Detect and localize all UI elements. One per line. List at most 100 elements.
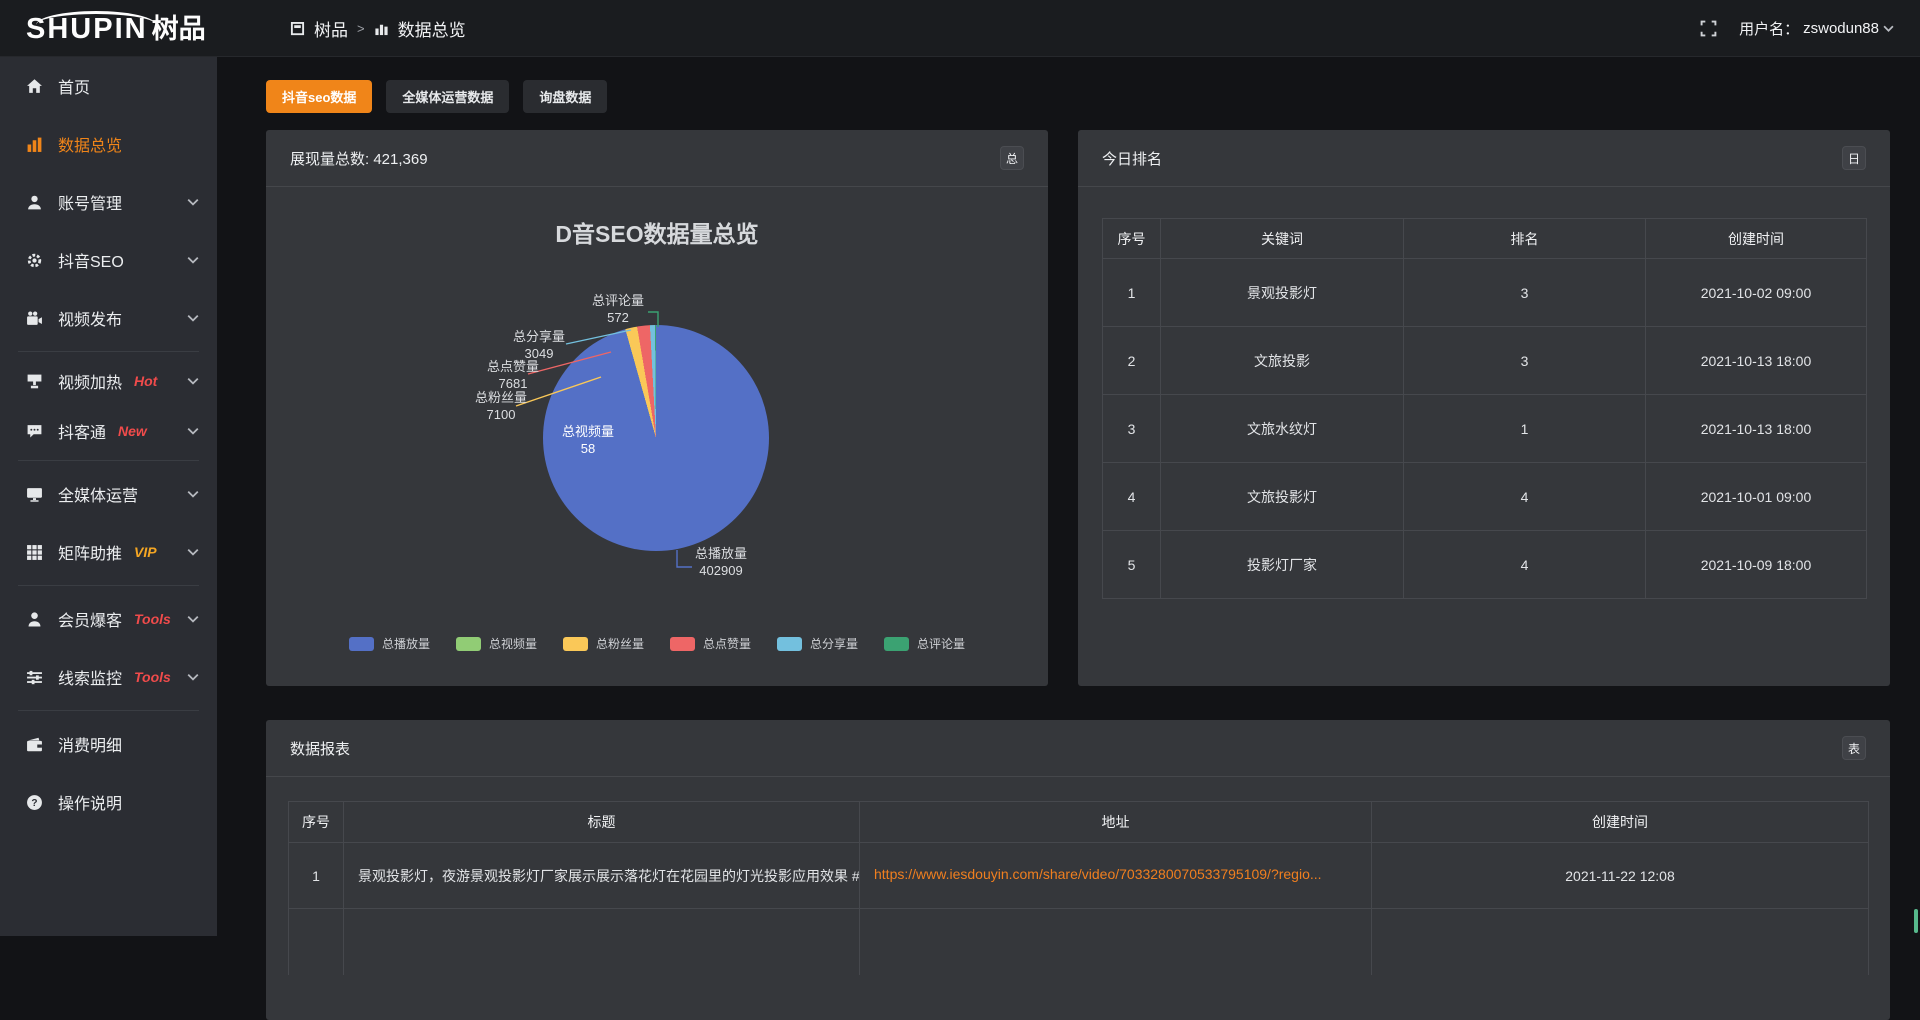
legend-swatch [884, 637, 909, 651]
user-icon [24, 194, 44, 211]
chevron-down-icon [187, 314, 199, 322]
vip-badge: VIP [134, 544, 157, 560]
breadcrumb-root[interactable]: 树品 [314, 16, 348, 41]
sliders-icon [24, 669, 44, 686]
chevron-down-icon [187, 548, 199, 556]
breadcrumb: 树品 > 数据总览 [290, 0, 466, 57]
sidebar-item-home[interactable]: 首页 [0, 57, 217, 115]
legend-item-shares[interactable]: 总分享量 [777, 635, 858, 652]
report-row-link[interactable]: https://www.iesdouyin.com/share/video/70… [874, 866, 1322, 882]
pie-label-plays: 总播放量402909 [676, 545, 766, 579]
col-index: 序号 [289, 802, 344, 843]
legend-swatch [349, 637, 374, 651]
tools-badge: Tools [134, 611, 171, 627]
chevron-down-icon [187, 615, 199, 623]
sidebar-divider [18, 710, 199, 711]
user-menu[interactable]: 用户名：zswodun88 [1739, 18, 1894, 39]
col-url: 地址 [860, 802, 1372, 843]
sidebar-item-video-heat[interactable]: 视频加热 Hot [0, 356, 217, 406]
legend-item-plays[interactable]: 总播放量 [349, 635, 430, 652]
col-created: 创建时间 [1646, 219, 1867, 259]
chevron-down-icon [1883, 25, 1894, 32]
sidebar-item-douketong[interactable]: 抖客通 New [0, 406, 217, 456]
fullscreen-icon[interactable] [1700, 20, 1717, 37]
hot-badge: Hot [134, 373, 157, 389]
sidebar-divider [18, 460, 199, 461]
table-row: 1景观投影灯32021-10-02 09:00 [1103, 259, 1867, 327]
table-row: 1 景观投影灯，夜游景观投影灯厂家展示展示落花灯在花园里的灯光投影应用效果 # … [289, 843, 1869, 909]
legend-item-fans[interactable]: 总粉丝量 [563, 635, 644, 652]
sidebar-divider [18, 585, 199, 586]
col-rank: 排名 [1404, 219, 1646, 259]
sidebar-item-video-publish[interactable]: 视频发布 [0, 289, 217, 347]
topbar-right: 用户名：zswodun88 [1700, 0, 1894, 57]
breadcrumb-current: 数据总览 [398, 16, 466, 41]
video-camera-icon [24, 310, 44, 327]
overview-panel: 展现量总数: 421,369 总 D音SEO数据量总览 总评论量572 总分享量… [266, 130, 1048, 686]
grid-icon [24, 544, 44, 561]
sidebar-item-account[interactable]: 账号管理 [0, 173, 217, 231]
chevron-down-icon [187, 427, 199, 435]
sidebar-divider [18, 351, 199, 352]
home-icon [24, 78, 44, 95]
sidebar-item-omnimedia[interactable]: 全媒体运营 [0, 465, 217, 523]
report-panel: 数据报表 表 序号 标题 地址 创建时间 1 景观投影灯，夜游景观投影灯厂家展示… [266, 720, 1890, 1020]
ranking-panel-header: 今日排名 日 [1078, 130, 1890, 187]
report-table: 序号 标题 地址 创建时间 1 景观投影灯，夜游景观投影灯厂家展示展示落花灯在花… [288, 801, 1869, 975]
pie-label-fans: 总粉丝量7100 [456, 389, 546, 423]
col-title: 标题 [344, 802, 860, 843]
username-value: zswodun88 [1803, 20, 1879, 37]
pie-label-comments: 总评论量572 [573, 292, 663, 326]
sidebar-item-douyin-seo[interactable]: 抖音SEO [0, 231, 217, 289]
new-badge: New [118, 423, 147, 439]
chevron-down-icon [187, 490, 199, 498]
legend-swatch [670, 637, 695, 651]
brand-name-cn: 树品 [152, 9, 206, 49]
monitor-icon [24, 486, 44, 503]
legend-swatch [777, 637, 802, 651]
sidebar-item-data-overview[interactable]: 数据总览 [0, 115, 217, 173]
app-window-icon [290, 21, 305, 36]
total-badge[interactable]: 总 [1000, 146, 1024, 170]
table-row: 2文旅投影32021-10-13 18:00 [1103, 327, 1867, 395]
tools-badge: Tools [134, 669, 171, 685]
bar-chart-icon [374, 21, 389, 36]
table-row-partial [289, 909, 1869, 975]
bar-chart-icon [24, 136, 44, 153]
question-circle-icon: ? [24, 794, 44, 811]
pie-label-videos: 总视频量58 [543, 423, 633, 457]
table-badge[interactable]: 表 [1842, 736, 1866, 760]
sidebar-item-help[interactable]: ? 操作说明 [0, 773, 217, 831]
report-title: 数据报表 [290, 738, 350, 759]
table-header-row: 序号 标题 地址 创建时间 [289, 802, 1869, 843]
col-keyword: 关键词 [1161, 219, 1404, 259]
person-icon [24, 611, 44, 628]
chat-bubble-icon [24, 423, 44, 440]
legend-item-videos[interactable]: 总视频量 [456, 635, 537, 652]
chevron-down-icon [187, 256, 199, 264]
tab-douyin-seo-data[interactable]: 抖音seo数据 [266, 80, 372, 113]
pie-label-shares: 总分享量3049 [494, 328, 584, 362]
gear-icon [24, 252, 44, 269]
legend-item-comments[interactable]: 总评论量 [884, 635, 965, 652]
legend-swatch [456, 637, 481, 651]
sidebar-item-matrix-boost[interactable]: 矩阵助推 VIP [0, 523, 217, 581]
col-index: 序号 [1103, 219, 1161, 259]
table-row: 4文旅投影灯42021-10-01 09:00 [1103, 463, 1867, 531]
tab-omnimedia-data[interactable]: 全媒体运营数据 [386, 80, 509, 113]
scrollbar-thumb[interactable] [1914, 909, 1918, 933]
pie-chart-title: D音SEO数据量总览 [266, 215, 1048, 249]
sidebar: 首页 数据总览 账号管理 抖音SEO 视频发布 视频加热 Hot 抖客通 New… [0, 57, 217, 936]
report-panel-header: 数据报表 表 [266, 720, 1890, 777]
sidebar-item-member-burst[interactable]: 会员爆客 Tools [0, 590, 217, 648]
report-row-time: 2021-11-22 12:08 [1372, 843, 1869, 909]
pie-legend: 总播放量 总视频量 总粉丝量 总点赞量 总分享量 总评论量 [266, 635, 1048, 652]
tab-inquiry-data[interactable]: 询盘数据 [523, 80, 607, 113]
day-badge[interactable]: 日 [1842, 146, 1866, 170]
topbar: SHUPIN 树品 树品 > 数据总览 用户名：zswodun88 [0, 0, 1920, 57]
sidebar-item-lead-monitor[interactable]: 线索监控 Tools [0, 648, 217, 706]
legend-item-likes[interactable]: 总点赞量 [670, 635, 751, 652]
sidebar-item-consumption[interactable]: 消费明细 [0, 715, 217, 773]
chevron-down-icon [187, 673, 199, 681]
breadcrumb-separator: > [357, 21, 365, 36]
